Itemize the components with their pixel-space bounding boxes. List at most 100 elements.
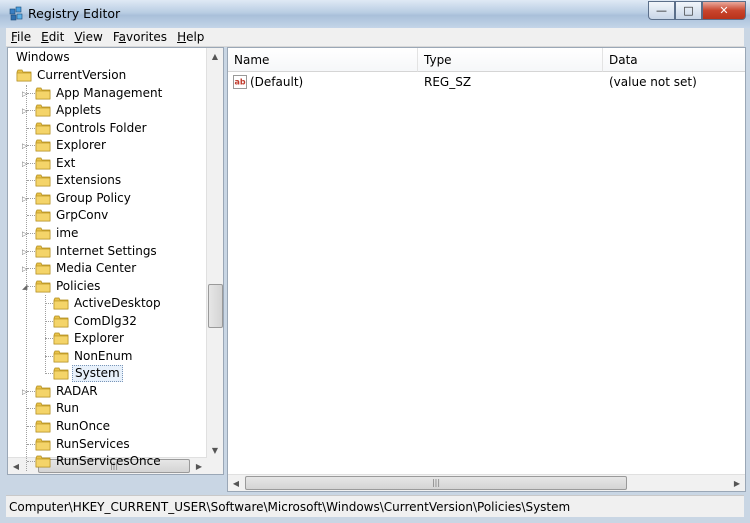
collapse-arrow-icon[interactable]: ◢: [22, 283, 30, 291]
tree-root-label[interactable]: Windows: [16, 50, 70, 64]
tree-item[interactable]: ▷ Group Policy: [8, 190, 203, 207]
tree-item[interactable]: RunOnce: [8, 418, 203, 435]
svg-text:ab: ab: [235, 78, 246, 87]
values-scroll-right-icon[interactable]: ▶: [729, 475, 745, 491]
expand-arrow-icon[interactable]: ▷: [22, 388, 30, 396]
tree-item[interactable]: NonEnum: [8, 348, 203, 365]
tree-item-label: Internet Settings: [56, 243, 157, 258]
tree-item[interactable]: Run: [8, 400, 203, 417]
expand-arrow-icon[interactable]: ▷: [22, 142, 30, 150]
values-pane[interactable]: Name Type Data ab (Default) REG_SZ (valu…: [227, 47, 746, 492]
values-hscroll-thumb[interactable]: |||: [245, 476, 627, 490]
folder-icon: [35, 227, 51, 240]
column-header-data[interactable]: Data: [603, 48, 745, 72]
folder-icon: [35, 245, 51, 258]
folder-icon: [53, 350, 69, 363]
folder-icon: [35, 420, 51, 433]
tree-connector: [27, 180, 35, 182]
value-row[interactable]: ab (Default) REG_SZ (value not set): [228, 73, 745, 91]
expand-arrow-icon[interactable]: ▷: [22, 248, 30, 256]
tree-item[interactable]: ComDlg32: [8, 313, 203, 330]
menu-favorites[interactable]: Favorites: [108, 30, 172, 44]
maximize-button[interactable]: □: [675, 1, 702, 20]
values-scroll-left-icon[interactable]: ◀: [228, 475, 244, 491]
folder-icon: [35, 209, 51, 222]
tree-item[interactable]: RunServices: [8, 436, 203, 453]
values-horizontal-scrollbar[interactable]: ◀ ||| ▶: [228, 474, 745, 491]
expand-arrow-icon[interactable]: ▷: [22, 230, 30, 238]
title-bar[interactable]: Registry Editor — □ ✕: [0, 0, 750, 28]
expand-arrow-icon[interactable]: ▷: [22, 265, 30, 273]
tree-item[interactable]: Extensions: [8, 172, 203, 189]
menu-file[interactable]: File: [6, 30, 36, 44]
folder-icon: [35, 262, 51, 275]
folder-icon: [35, 174, 51, 187]
tree-item[interactable]: RunServicesOnce: [8, 453, 203, 470]
expand-arrow-icon[interactable]: ▷: [22, 195, 30, 203]
folder-icon: [35, 280, 51, 293]
folder-icon: [53, 367, 69, 380]
value-type: REG_SZ: [424, 75, 472, 89]
tree-connector: [27, 443, 35, 445]
tree-item[interactable]: ▷ Applets: [8, 102, 203, 119]
key-tree-pane[interactable]: Windows ▲ ▼ ◀ ||| ▶ CurrentVersion ▷ App M…: [7, 47, 224, 475]
expand-arrow-icon[interactable]: ▷: [22, 90, 30, 98]
maximize-icon: □: [683, 4, 694, 17]
scroll-down-icon[interactable]: ▼: [207, 442, 223, 458]
tree-scroll-thumb[interactable]: [208, 284, 223, 328]
tree-item-label: ComDlg32: [74, 313, 137, 328]
tree-item-label: CurrentVersion: [37, 68, 127, 82]
tree-item[interactable]: CurrentVersion: [8, 67, 203, 84]
tree-item[interactable]: ▷ Ext: [8, 155, 203, 172]
tree-item[interactable]: System: [8, 365, 203, 383]
column-header-name[interactable]: Name: [228, 48, 418, 72]
tree-item-label: ime: [56, 225, 79, 240]
menu-help[interactable]: Help: [172, 30, 209, 44]
tree-item[interactable]: ▷ Explorer: [8, 137, 203, 154]
tree-item-label: RunServicesOnce: [56, 454, 161, 469]
expand-arrow-icon[interactable]: ▷: [22, 160, 30, 168]
minimize-button[interactable]: —: [648, 1, 675, 20]
tree-item-label: RADAR: [56, 383, 98, 398]
scroll-up-icon[interactable]: ▲: [207, 48, 223, 64]
folder-icon: [35, 438, 51, 451]
tree-item[interactable]: ▷ Internet Settings: [8, 243, 203, 260]
tree-item-label: GrpConv: [56, 208, 109, 223]
tree-item-label: Controls Folder: [56, 120, 147, 135]
folder-icon: [35, 104, 51, 117]
tree-vertical-scrollbar[interactable]: ▲ ▼: [206, 48, 223, 458]
tree-item[interactable]: ▷ Media Center: [8, 260, 203, 277]
folder-icon: [35, 455, 51, 468]
tree-item[interactable]: Explorer: [8, 330, 203, 347]
tree-item[interactable]: ▷ ime: [8, 225, 203, 242]
tree-item[interactable]: ▷ RADAR: [8, 383, 203, 400]
tree-item[interactable]: Controls Folder: [8, 120, 203, 137]
tree-connector: [45, 373, 53, 375]
tree-item-label: App Management: [56, 85, 163, 100]
scroll-corner: [207, 458, 223, 474]
tree-item-label: Explorer: [74, 331, 124, 346]
tree-item[interactable]: ◢ Policies: [8, 278, 203, 295]
folder-icon: [35, 87, 51, 100]
folder-icon: [35, 122, 51, 135]
folder-icon: [35, 402, 51, 415]
folder-icon: [53, 332, 69, 345]
menu-edit[interactable]: Edit: [36, 30, 69, 44]
folder-icon: [16, 69, 32, 82]
tree-item-label: Extensions: [56, 173, 122, 188]
tree-item-label: NonEnum: [74, 348, 133, 363]
folder-icon: [35, 139, 51, 152]
tree-item[interactable]: GrpConv: [8, 207, 203, 224]
menu-view[interactable]: View: [69, 30, 107, 44]
registry-editor-icon: [9, 6, 23, 21]
window-title: Registry Editor: [28, 6, 121, 21]
close-button[interactable]: ✕: [702, 1, 746, 20]
tree-item[interactable]: ActiveDesktop: [8, 295, 203, 312]
registry-editor-window: Registry Editor — □ ✕ File Edit View Favori…: [0, 0, 750, 523]
tree-connector: [27, 426, 35, 427]
tree-item-label: Media Center: [56, 261, 137, 276]
tree-item-label: Ext: [56, 155, 76, 170]
tree-item[interactable]: ▷ App Management: [8, 85, 203, 102]
expand-arrow-icon[interactable]: ▷: [22, 107, 30, 115]
column-header-type[interactable]: Type: [418, 48, 603, 72]
